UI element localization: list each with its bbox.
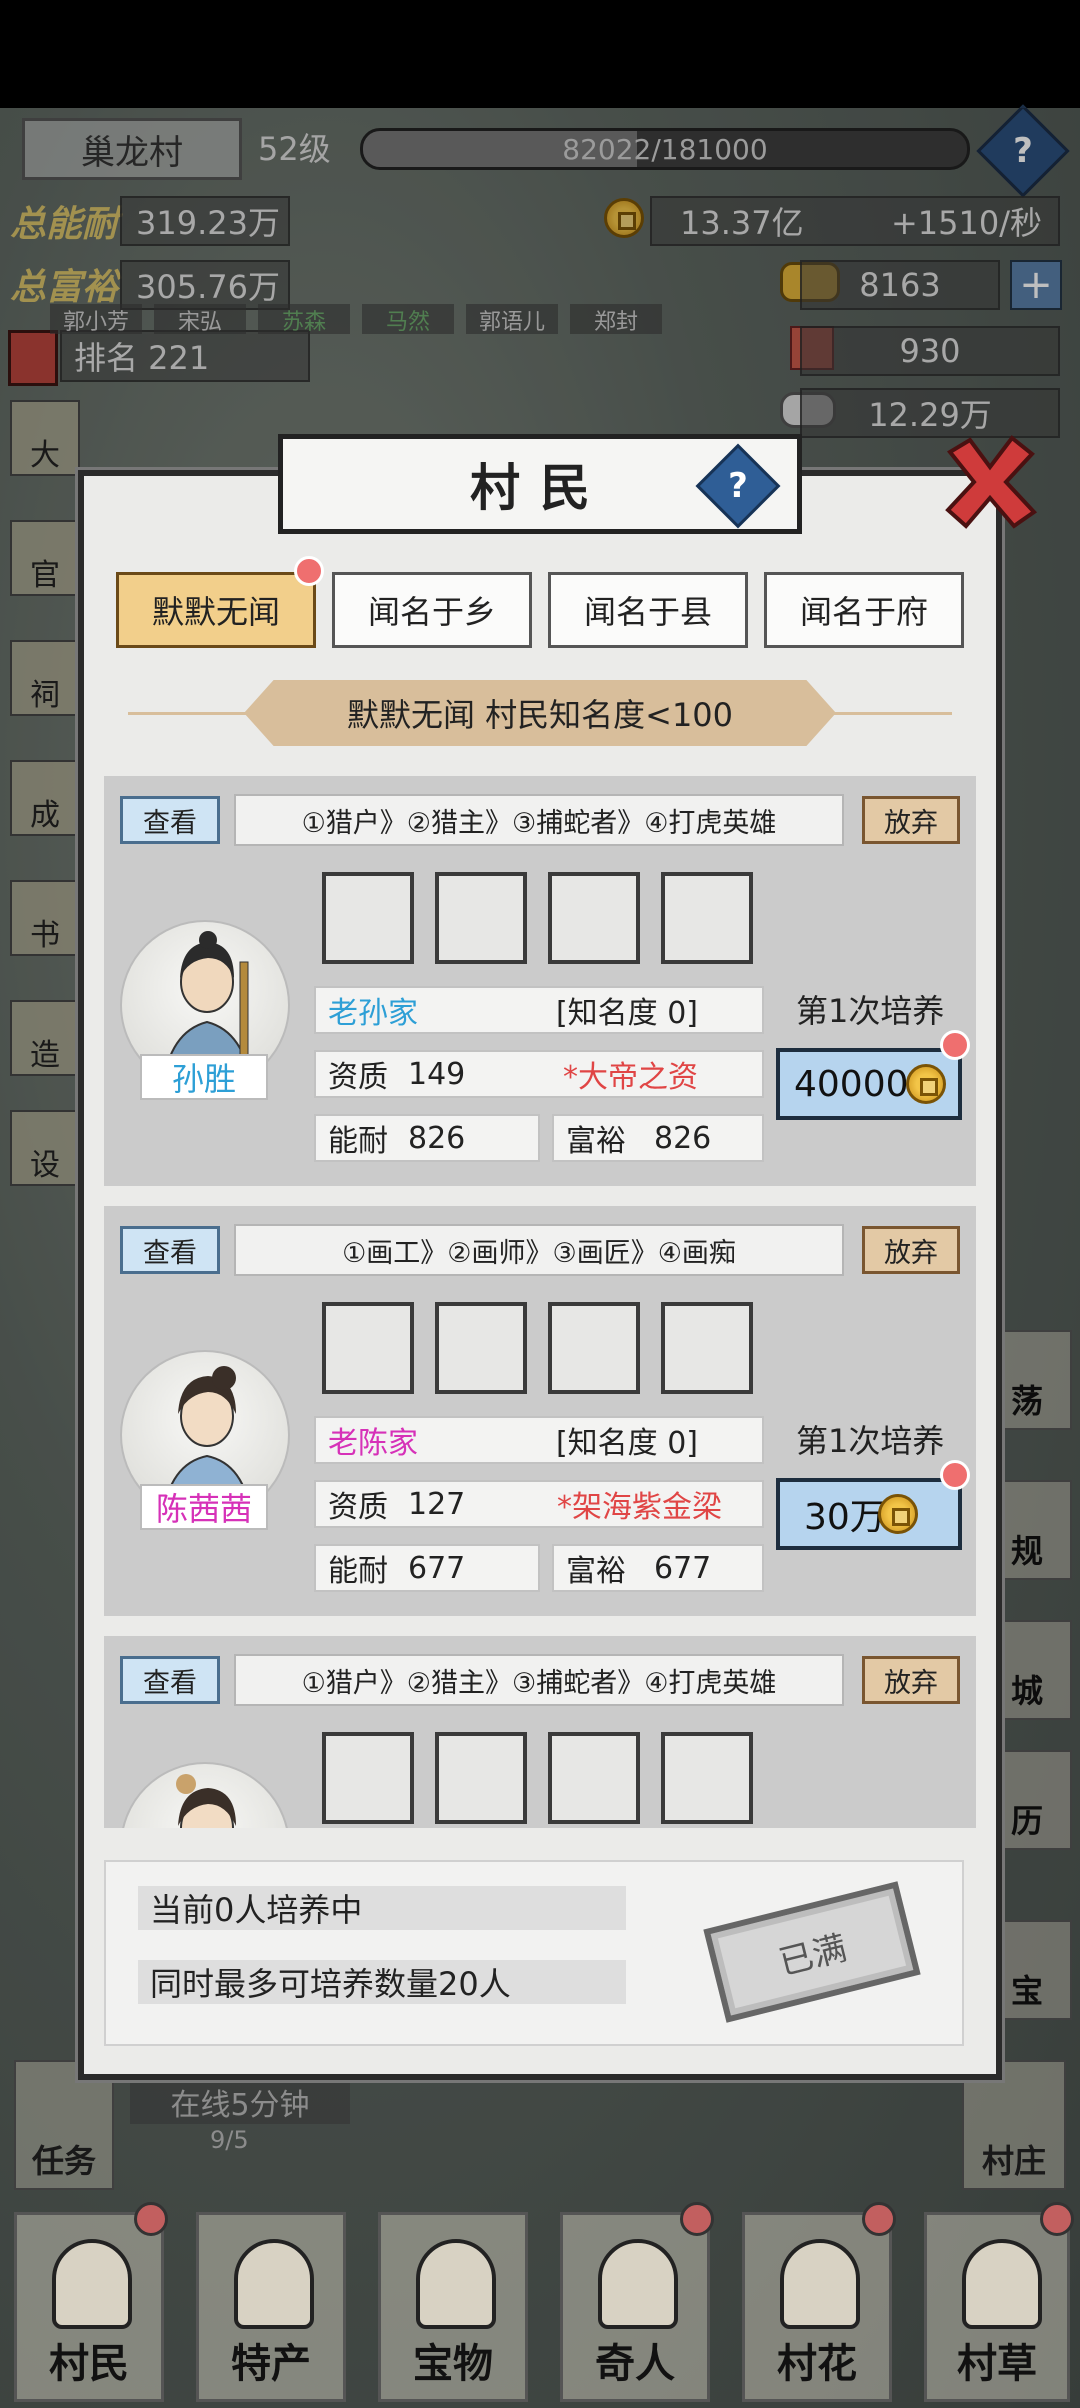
train-cost: 30万	[804, 1497, 886, 1538]
villager-name-text: 陈茜茜	[155, 1490, 252, 1528]
nav-treasure[interactable]: 宝物	[378, 2212, 528, 2402]
nav-village-flower[interactable]: 村花	[742, 2212, 892, 2402]
training-current: 当前0人培养中	[138, 1886, 626, 1930]
family-row: 老陈家 [知名度 0]	[314, 1416, 764, 1464]
nav-label: 村民	[49, 2341, 129, 2387]
career-path: ①猎户》②猎主》③捕蛇者》④打虎英雄	[234, 1654, 844, 1706]
training-max: 同时最多可培养数量20人	[138, 1960, 626, 2004]
family-name: 老陈家	[328, 1426, 418, 1461]
view-button[interactable]: 查看	[120, 796, 220, 844]
abandon-button[interactable]: 放弃	[862, 796, 960, 844]
aptitude-label: 资质	[328, 1490, 388, 1525]
train-button[interactable]: 30万	[776, 1478, 962, 1550]
villager-name: 孙胜	[140, 1054, 268, 1100]
family-name: 老孙家	[328, 996, 418, 1031]
aptitude-value: 127	[408, 1486, 466, 1522]
item-slot[interactable]	[661, 872, 753, 964]
fame-value: [知名度 0]	[555, 996, 698, 1031]
nav-label: 村草	[957, 2341, 1037, 2387]
item-slot[interactable]	[548, 1732, 640, 1824]
coin-icon	[878, 1494, 918, 1534]
item-slot[interactable]	[661, 1302, 753, 1394]
tab-unknown[interactable]: 默默无闻	[116, 572, 316, 648]
ability-value: 677	[408, 1550, 466, 1586]
wealth-value: 677	[654, 1550, 712, 1586]
notification-dot	[134, 2202, 168, 2236]
view-button[interactable]: 查看	[120, 1226, 220, 1274]
abandon-button[interactable]: 放弃	[862, 1656, 960, 1704]
career-path: ①猎户》②猎主》③捕蛇者》④打虎英雄	[234, 794, 844, 846]
coin-icon	[906, 1064, 946, 1104]
nav-strange-people[interactable]: 奇人	[560, 2212, 710, 2402]
ability-label: 能耐	[328, 1124, 388, 1159]
train-button[interactable]: 40000	[776, 1048, 962, 1120]
tab-prefecture-famous[interactable]: 闻名于府	[764, 572, 964, 648]
item-slot[interactable]	[661, 1732, 753, 1824]
item-slot[interactable]	[435, 872, 527, 964]
item-slot[interactable]	[322, 872, 414, 964]
wealth-label: 富裕	[566, 1124, 626, 1159]
nav-label: 宝物	[413, 2341, 493, 2387]
train-count-label: 第1次培养	[796, 1422, 945, 1460]
item-slot[interactable]	[435, 1732, 527, 1824]
notification-dot	[940, 1460, 970, 1490]
fame-banner: 默默无闻 村民知名度<100	[244, 680, 836, 746]
tab-county-famous[interactable]: 闻名于县	[548, 572, 748, 648]
item-slot[interactable]	[548, 872, 640, 964]
notification-dot	[294, 556, 324, 586]
notification-dot	[940, 1030, 970, 1060]
tab-township-famous[interactable]: 闻名于乡	[332, 572, 532, 648]
fame-value: [知名度 0]	[555, 1426, 698, 1461]
specialty-icon	[234, 2239, 314, 2329]
aptitude-row: 资质 149 *大帝之资	[314, 1050, 764, 1098]
talent-text: *架海紫金梁	[557, 1490, 722, 1525]
ability-row: 能耐 826	[314, 1114, 540, 1162]
strange-person-icon	[598, 2239, 678, 2329]
villager-name: 陈茜茜	[140, 1484, 268, 1530]
villager-name-text: 孙胜	[171, 1060, 236, 1098]
wealth-label: 富裕	[566, 1554, 626, 1589]
nav-village-grass[interactable]: 村草	[924, 2212, 1070, 2402]
aptitude-value: 149	[408, 1056, 466, 1092]
village-flower-icon	[780, 2239, 860, 2329]
close-icon[interactable]	[940, 432, 1040, 532]
villager-figure-icon	[176, 1774, 236, 1828]
dialog-help-glyph: ?	[728, 466, 748, 506]
train-cost: 40000	[794, 1063, 909, 1105]
career-path: ①画工》②画师》③画匠》④画痴	[234, 1224, 844, 1276]
family-row: 老孙家 [知名度 0]	[314, 986, 764, 1034]
nav-villagers[interactable]: 村民	[14, 2212, 164, 2402]
nav-label: 特产	[231, 2341, 311, 2387]
item-slot[interactable]	[322, 1302, 414, 1394]
banner-line-left	[128, 712, 248, 715]
treasure-icon	[416, 2239, 496, 2329]
ability-row: 能耐 677	[314, 1544, 540, 1592]
wealth-row: 富裕 826	[552, 1114, 764, 1162]
notification-dot	[680, 2202, 714, 2236]
notification-dot	[862, 2202, 896, 2236]
banner-line-right	[832, 712, 952, 715]
villager-portrait[interactable]	[120, 1762, 290, 1828]
abandon-button[interactable]: 放弃	[862, 1226, 960, 1274]
wealth-value: 826	[654, 1120, 712, 1156]
item-slot[interactable]	[548, 1302, 640, 1394]
card-clip-edge	[104, 1828, 976, 1838]
nav-label: 奇人	[595, 2341, 675, 2387]
talent-text: *大帝之资	[563, 1060, 698, 1095]
notification-dot	[1040, 2202, 1074, 2236]
item-slot[interactable]	[322, 1732, 414, 1824]
aptitude-label: 资质	[328, 1060, 388, 1095]
status-bar	[0, 0, 1080, 108]
item-slot[interactable]	[435, 1302, 527, 1394]
view-button[interactable]: 查看	[120, 1656, 220, 1704]
village-grass-icon	[962, 2239, 1042, 2329]
ability-label: 能耐	[328, 1554, 388, 1589]
villager-icon	[52, 2239, 132, 2329]
train-count-label: 第1次培养	[796, 992, 945, 1030]
nav-label: 村花	[777, 2341, 857, 2387]
wealth-row: 富裕 677	[552, 1544, 764, 1592]
aptitude-row: 资质 127 *架海紫金梁	[314, 1480, 764, 1528]
nav-specialty[interactable]: 特产	[196, 2212, 346, 2402]
ability-value: 826	[408, 1120, 466, 1156]
